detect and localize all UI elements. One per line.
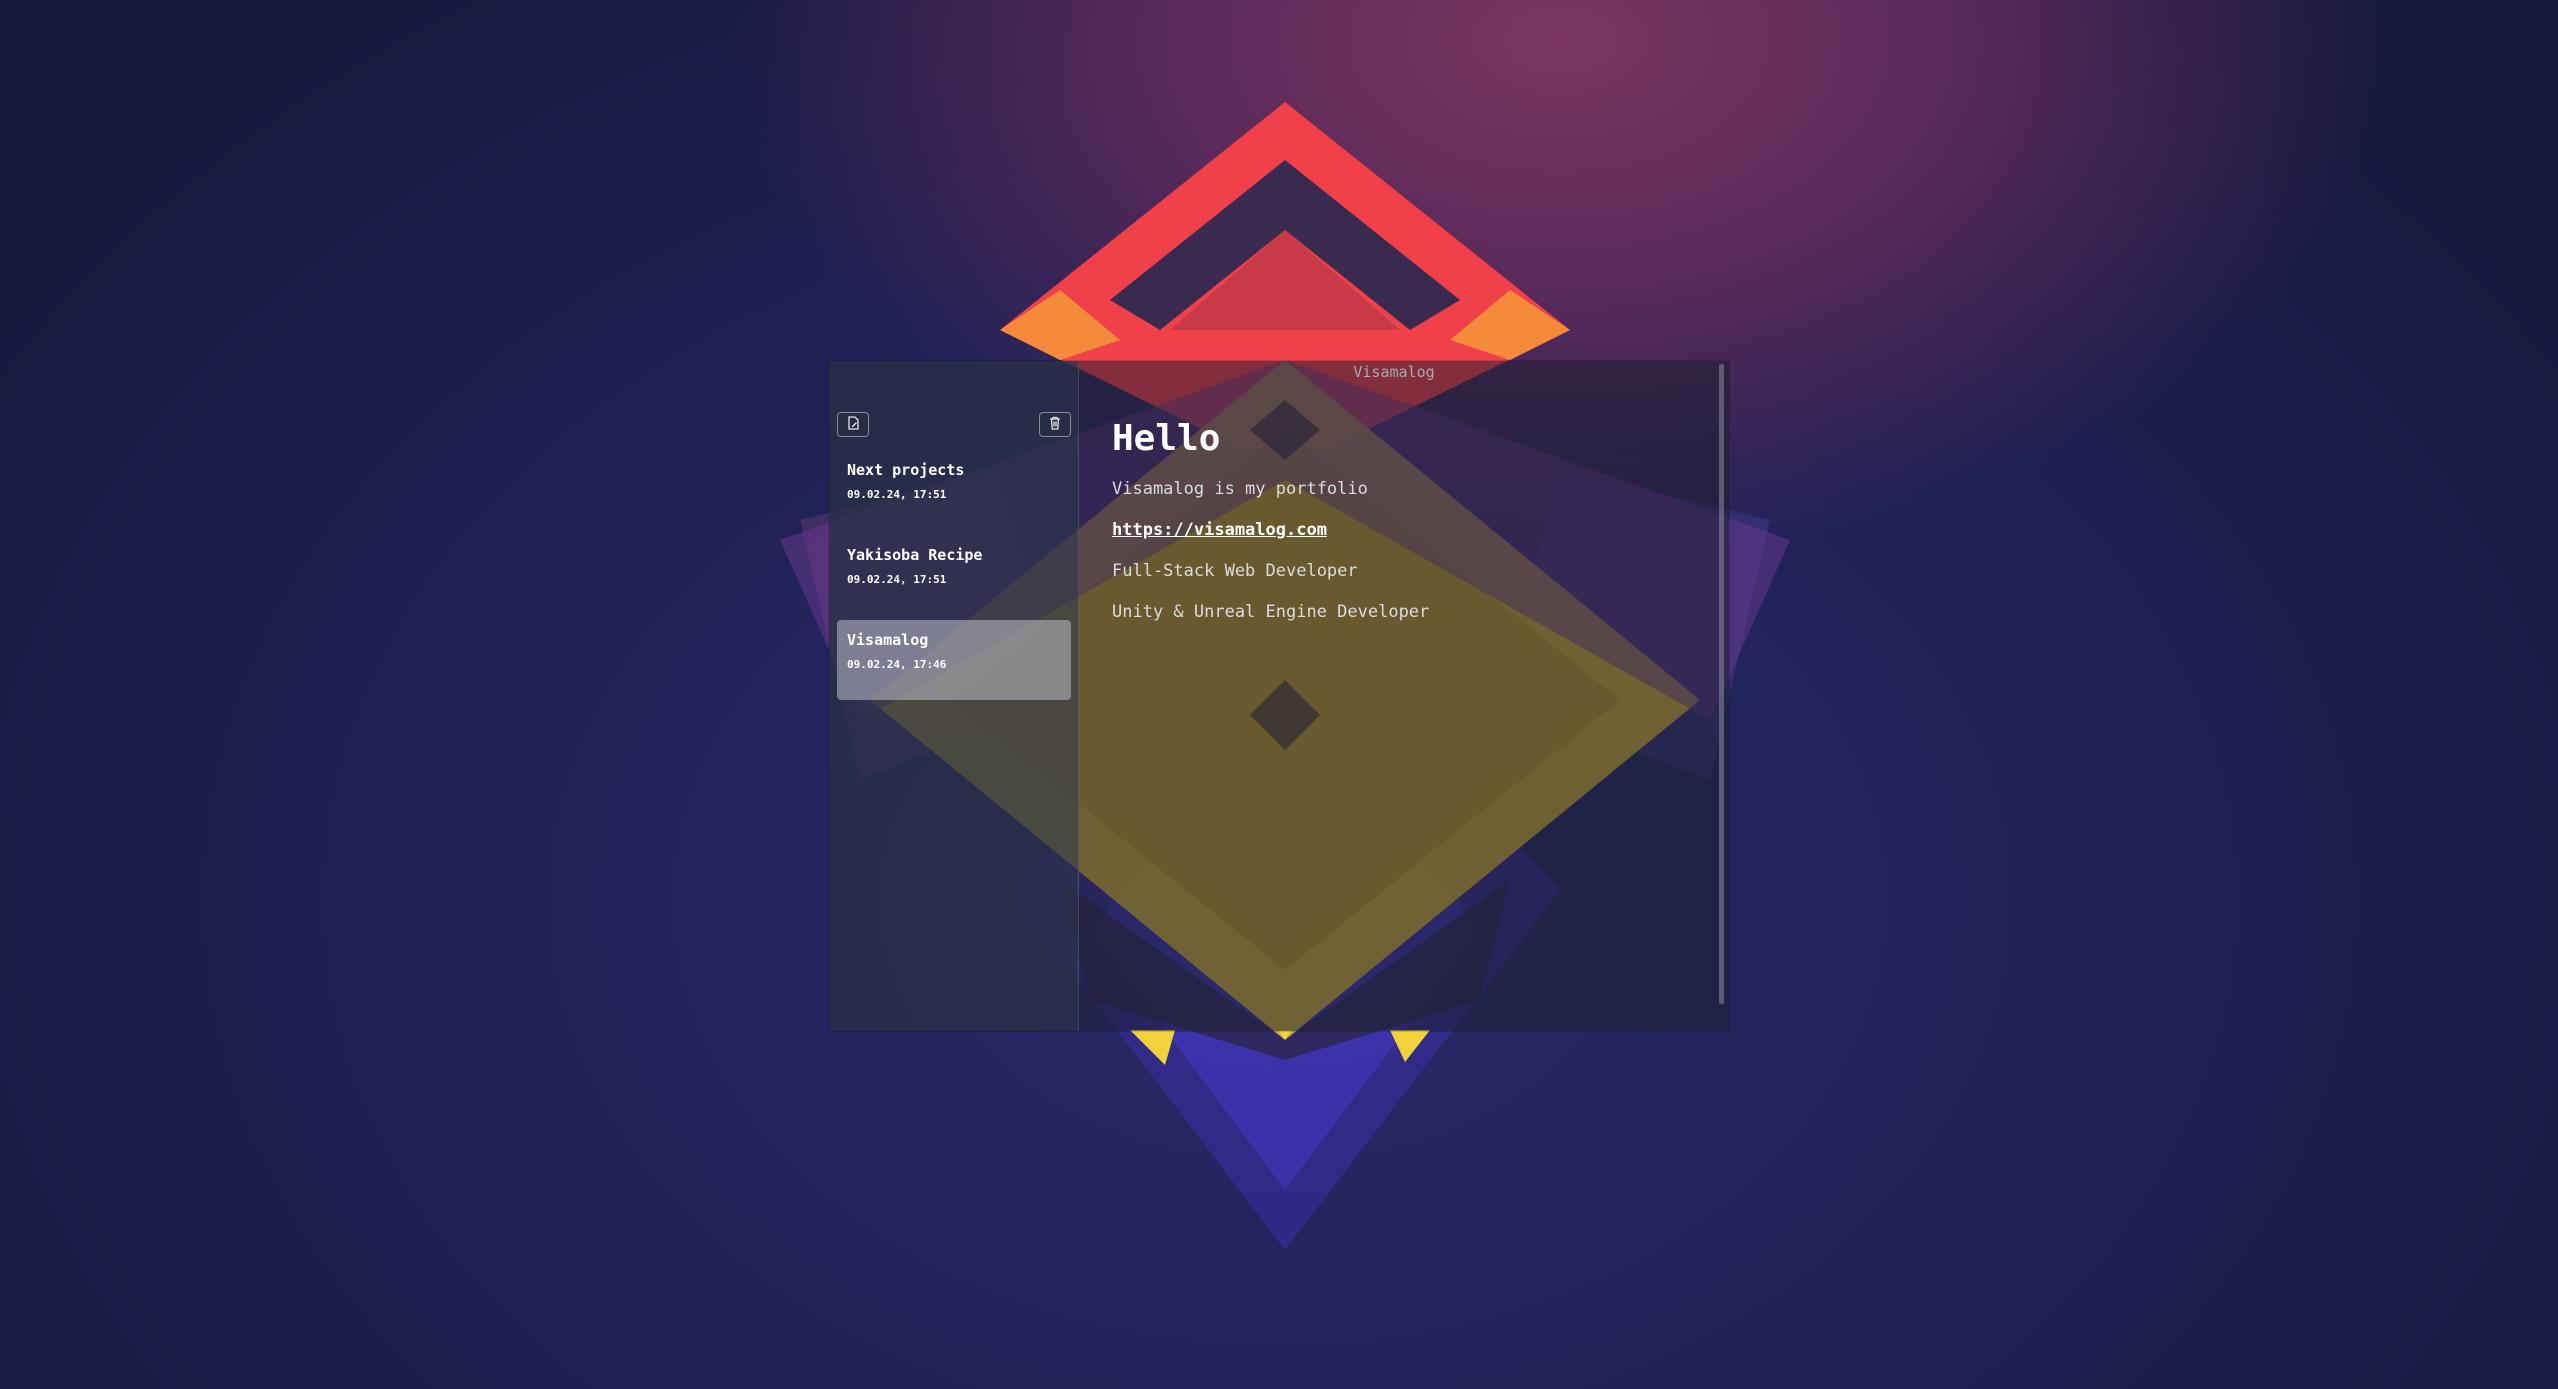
note-heading: Hello xyxy=(1112,418,1221,459)
note-date: 09.02.24, 17:51 xyxy=(847,573,947,586)
sidebar: Next projects 09.02.24, 17:51 Yakisoba R… xyxy=(829,361,1079,1031)
note-line: Visamalog is my portfolio xyxy=(1112,479,1368,499)
sidebar-toolbar xyxy=(837,412,1071,438)
window-title: Visamalog xyxy=(1353,363,1435,381)
note-title: Visamalog xyxy=(847,631,929,649)
note-title: Next projects xyxy=(847,461,965,479)
new-note-button[interactable] xyxy=(837,412,869,437)
note-item-next-projects[interactable]: Next projects 09.02.24, 17:51 xyxy=(837,450,1071,530)
note-line: Full-Stack Web Developer xyxy=(1112,561,1358,581)
new-note-icon xyxy=(845,415,861,435)
portfolio-link[interactable]: https://visamalog.com xyxy=(1112,520,1327,540)
note-date: 09.02.24, 17:46 xyxy=(847,658,947,671)
note-editor[interactable]: Visamalog Hello Visamalog is my portfoli… xyxy=(1079,361,1729,1031)
note-content[interactable]: Hello Visamalog is my portfolio https://… xyxy=(1112,416,1692,623)
trash-icon xyxy=(1047,415,1063,435)
note-item-visamalog[interactable]: Visamalog 09.02.24, 17:46 xyxy=(837,620,1071,700)
note-line: Unity & Unreal Engine Developer xyxy=(1112,602,1430,622)
note-date: 09.02.24, 17:51 xyxy=(847,488,947,501)
note-item-yakisoba-recipe[interactable]: Yakisoba Recipe 09.02.24, 17:51 xyxy=(837,535,1071,615)
delete-note-button[interactable] xyxy=(1039,412,1071,437)
editor-scrollbar[interactable] xyxy=(1719,364,1724,1004)
notes-app-window: Next projects 09.02.24, 17:51 Yakisoba R… xyxy=(829,361,1729,1031)
note-title: Yakisoba Recipe xyxy=(847,546,983,564)
